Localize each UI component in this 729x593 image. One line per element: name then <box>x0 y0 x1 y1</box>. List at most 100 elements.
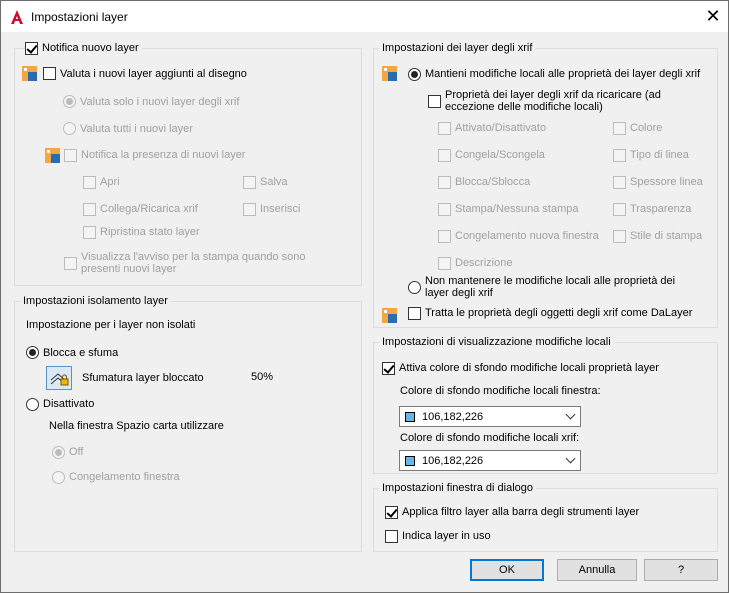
enable-override-label: Attiva colore di sfondo modifiche locali… <box>399 362 659 374</box>
help-button[interactable]: ? <box>644 559 718 581</box>
prop-lock-label: Blocca/Sblocca <box>455 176 531 188</box>
off-radio[interactable] <box>26 398 39 411</box>
locked-layer-fade-icon[interactable] <box>46 366 72 390</box>
prop-description-checkbox[interactable] <box>438 257 451 270</box>
vp-override-color-value: 106,182,226 <box>422 411 484 423</box>
plot-warning-checkbox[interactable] <box>64 257 77 270</box>
xref-override-color-select[interactable]: 106,182,226 <box>399 450 581 471</box>
isolate-subtitle: Impostazione per i layer non isolati <box>26 319 196 331</box>
lock-fade-label: Blocca e sfuma <box>43 347 119 359</box>
dialog-settings-group <box>373 488 718 552</box>
evaluate-new-layers-label: Valuta i nuovi layer aggiunti al disegno <box>60 68 247 80</box>
xref-override-color-value: 106,182,226 <box>422 455 484 467</box>
indicate-in-use-checkbox[interactable] <box>385 530 398 543</box>
prop-on-off-label: Attivato/Disattivato <box>455 122 547 134</box>
prop-vp-freeze-label: Congelamento nuova finestra <box>455 230 599 242</box>
treat-bylayer-label: Tratta le proprietà degli oggetti degli … <box>425 307 693 319</box>
notify-new-layer-checkbox[interactable] <box>25 42 38 55</box>
paper-space-off-radio[interactable] <box>52 446 65 459</box>
attach-reload-checkbox[interactable] <box>83 203 96 216</box>
insert-checkbox[interactable] <box>243 203 256 216</box>
dialog-settings-legend: Impostazioni finestra di dialogo <box>379 482 537 494</box>
reload-properties-checkbox[interactable] <box>428 95 441 108</box>
apply-filter-label: Applica filtro layer alla barra degli st… <box>402 506 640 518</box>
restore-state-label: Ripristina stato layer <box>100 226 200 238</box>
freeze-viewport-radio[interactable] <box>52 471 65 484</box>
reload-properties-line2: eccezione delle modifiche locali) <box>445 101 603 113</box>
notify-presence-checkbox[interactable] <box>64 149 77 162</box>
title-bar: Impostazioni layer ✕ <box>1 1 728 32</box>
prop-plot-label: Stampa/Nessuna stampa <box>455 203 579 215</box>
treat-bylayer-checkbox[interactable] <box>408 307 421 320</box>
override-legend: Impostazioni di visualizzazione modifich… <box>379 336 614 348</box>
prop-lock-checkbox[interactable] <box>438 176 451 189</box>
keep-changes-radio[interactable] <box>408 68 421 81</box>
layer-notify-icon <box>45 148 60 163</box>
dont-keep-changes-line2: layer degli xrif <box>425 287 493 299</box>
color-swatch <box>405 456 415 466</box>
enable-override-checkbox[interactable] <box>382 362 395 375</box>
chevron-down-icon <box>565 453 576 464</box>
save-checkbox[interactable] <box>243 176 256 189</box>
prop-freeze-checkbox[interactable] <box>438 149 451 162</box>
prop-linetype-label: Tipo di linea <box>630 149 689 161</box>
vp-override-color-select[interactable]: 106,182,226 <box>399 406 581 427</box>
dont-keep-changes-radio[interactable] <box>408 281 421 294</box>
paper-space-off-label: Off <box>69 446 84 458</box>
new-layer-legend: Notifica nuovo layer <box>39 42 142 54</box>
paper-space-label: Nella finestra Spazio carta utilizzare <box>49 420 224 432</box>
lock-fade-radio[interactable] <box>26 346 39 359</box>
apply-filter-checkbox[interactable] <box>385 506 398 519</box>
fade-label: Sfumatura layer bloccato <box>82 372 204 384</box>
prop-on-off-checkbox[interactable] <box>438 122 451 135</box>
open-label: Apri <box>100 176 120 188</box>
prop-plot-checkbox[interactable] <box>438 203 451 216</box>
evaluate-only-xrif-radio[interactable] <box>63 95 76 108</box>
off-label: Disattivato <box>43 398 95 410</box>
open-checkbox[interactable] <box>83 176 96 189</box>
xref-layer-icon <box>382 66 397 81</box>
prop-plot-style-checkbox[interactable] <box>613 230 626 243</box>
restore-state-checkbox[interactable] <box>83 226 96 239</box>
prop-color-label: Colore <box>630 122 663 134</box>
attach-reload-label: Collega/Ricarica xrif <box>100 203 198 215</box>
prop-color-checkbox[interactable] <box>613 122 626 135</box>
prop-linetype-checkbox[interactable] <box>613 149 626 162</box>
prop-transparency-label: Trasparenza <box>630 203 692 215</box>
evaluate-all-new-radio[interactable] <box>63 122 76 135</box>
close-icon[interactable]: ✕ <box>698 4 728 30</box>
color-swatch <box>405 412 415 422</box>
evaluate-only-xrif-label: Valuta solo i nuovi layer degli xrif <box>80 96 240 108</box>
ok-button[interactable]: OK <box>470 559 544 581</box>
window-title: Impostazioni layer <box>31 10 128 24</box>
vp-override-color-label: Colore di sfondo modifiche locali finest… <box>400 385 601 397</box>
dont-keep-changes-line1: Non mantenere le modifiche locali alle p… <box>425 275 676 287</box>
keep-changes-label: Mantieni modifiche locali alle proprietà… <box>425 68 701 80</box>
plot-warning-label-line2: presenti nuovi layer <box>81 263 177 275</box>
reload-properties-line1: Proprietà dei layer degli xrif da ricari… <box>445 89 661 101</box>
dialog-window: Impostazioni layer ✕ Notifica nuovo laye… <box>0 0 729 593</box>
xref-legend: Impostazioni dei layer degli xrif <box>379 42 536 54</box>
layer-stack-icon <box>22 66 37 81</box>
save-label: Salva <box>260 176 288 188</box>
isolate-legend: Impostazioni isolamento layer <box>20 295 171 307</box>
insert-label: Inserisci <box>260 203 301 215</box>
chevron-down-icon <box>565 409 576 420</box>
xref-override-color-label: Colore di sfondo modifiche locali xrif: <box>400 432 580 444</box>
fade-value[interactable]: 50% <box>251 371 273 383</box>
prop-vp-freeze-checkbox[interactable] <box>438 230 451 243</box>
prop-freeze-label: Congela/Scongela <box>455 149 545 161</box>
freeze-viewport-label: Congelamento finestra <box>69 471 180 483</box>
cancel-button[interactable]: Annulla <box>557 559 637 581</box>
prop-lineweight-checkbox[interactable] <box>613 176 626 189</box>
indicate-in-use-label: Indica layer in uso <box>402 530 491 542</box>
prop-plot-style-label: Stile di stampa <box>630 230 703 242</box>
evaluate-all-new-label: Valuta tutti i nuovi layer <box>80 123 193 135</box>
notify-presence-label: Notifica la presenza di nuovi layer <box>81 149 246 161</box>
autocad-logo-icon <box>11 10 23 24</box>
prop-lineweight-label: Spessore linea <box>630 176 703 188</box>
evaluate-new-layers-checkbox[interactable] <box>43 67 56 80</box>
bylayer-icon <box>382 308 397 323</box>
plot-warning-label-line1: Visualizza l'avviso per la stampa quando… <box>81 251 306 263</box>
prop-transparency-checkbox[interactable] <box>613 203 626 216</box>
